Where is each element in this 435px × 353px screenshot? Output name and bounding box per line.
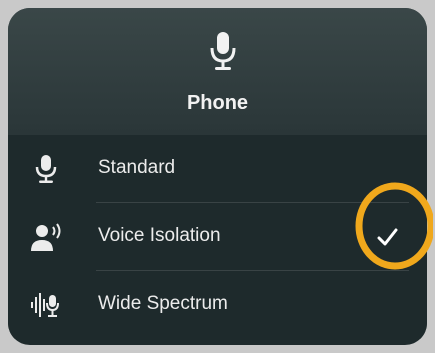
mode-label-wide-spectrum: Wide Spectrum xyxy=(98,293,228,314)
mic-mode-panel: Phone Standard Voice Isolation Wide Spec… xyxy=(8,8,427,345)
panel-header: Phone xyxy=(8,8,427,135)
panel-title: Phone xyxy=(186,92,249,114)
waveform-microphone-icon xyxy=(31,293,59,317)
person-voice-icon xyxy=(31,223,61,251)
mode-option-wide-spectrum[interactable]: Wide Spectrum xyxy=(8,271,427,339)
microphone-icon xyxy=(35,155,57,183)
highlight-circle-annotation xyxy=(355,182,433,270)
microphone-icon xyxy=(210,32,236,70)
mode-label-standard: Standard xyxy=(98,157,176,178)
mode-label-voice-isolation: Voice Isolation xyxy=(98,225,221,246)
